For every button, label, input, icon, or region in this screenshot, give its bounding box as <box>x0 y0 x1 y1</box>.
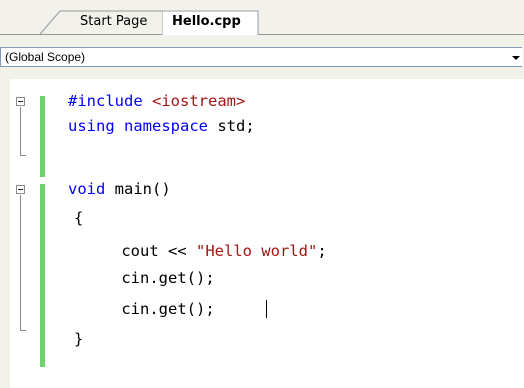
editor-margin <box>0 79 10 388</box>
code-line: cin.get(); <box>84 269 215 287</box>
change-bar <box>40 96 45 177</box>
code-line: using namespace std; <box>68 117 255 135</box>
tab-hello-cpp[interactable]: Hello.cpp <box>162 10 259 35</box>
outline-line <box>20 195 21 330</box>
text-caret <box>266 300 267 318</box>
collapse-icon[interactable] <box>16 185 25 194</box>
tab-start-page[interactable]: Start Page <box>40 10 179 35</box>
outline-line <box>20 155 26 156</box>
scope-dropdown-value: (Global Scope) <box>5 50 86 64</box>
scope-dropdown[interactable]: (Global Scope) <box>0 47 523 67</box>
code-line: cin.get(); <box>84 300 215 318</box>
dropdown-arrow-icon[interactable] <box>509 48 523 66</box>
code-line: #include <iostream> <box>68 92 246 110</box>
document-tab-strip: Start Page Hello.cpp <box>0 0 524 41</box>
collapse-icon[interactable] <box>16 97 25 106</box>
outline-line <box>20 330 26 331</box>
code-editor[interactable]: #include <iostream> using namespace std;… <box>10 79 524 388</box>
code-line: void main() <box>68 180 171 198</box>
change-bar <box>40 184 45 367</box>
tab-strip-border <box>0 34 524 35</box>
tab-hello-cpp-label: Hello.cpp <box>172 14 241 29</box>
tab-start-page-label: Start Page <box>80 14 148 29</box>
code-line: cout << "Hello world"; <box>84 242 327 260</box>
outline-line <box>20 107 21 155</box>
code-line: } <box>74 330 84 348</box>
code-line: { <box>74 209 84 227</box>
